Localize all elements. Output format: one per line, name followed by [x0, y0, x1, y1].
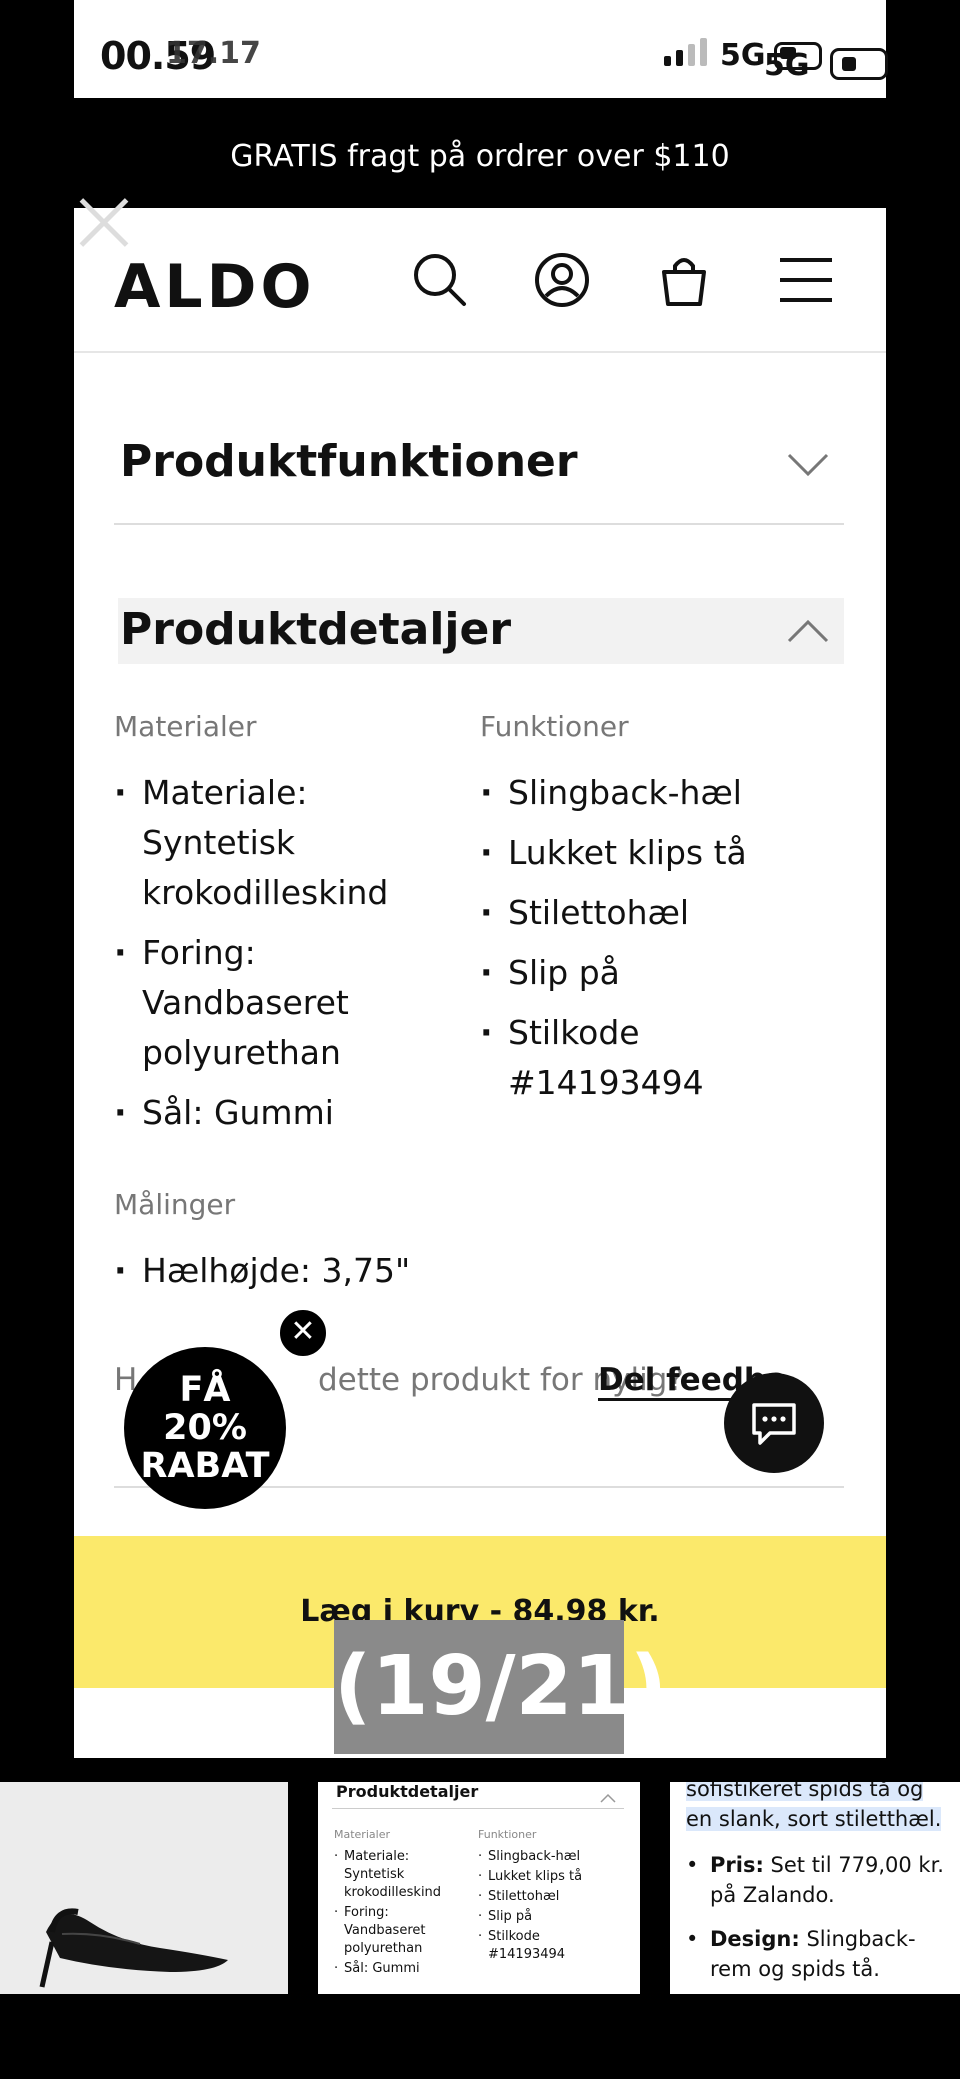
thumb-functions-list: Slingback-hæl Lukket klips tå Stilettohæ…	[478, 1848, 618, 1966]
measurements-list: Hælhøjde: 3,75"	[114, 1246, 514, 1306]
thumb-functions-heading: Funktioner	[478, 1828, 537, 1841]
product-panel: ALDO Produktfunktioner Produktdetaljer M…	[74, 208, 886, 1758]
battery-icon	[774, 42, 822, 70]
measurements-heading: Målinger	[114, 1188, 236, 1221]
chevron-down-icon	[786, 452, 830, 482]
accordion-title: Produktdetaljer	[120, 604, 512, 655]
list-item: Lukket klips tå	[478, 1868, 618, 1886]
accordion-produktfunktioner[interactable]: Produktfunktioner	[114, 428, 844, 525]
aldo-logo[interactable]: ALDO	[114, 252, 315, 322]
list-item: Stilettohæl	[478, 1888, 618, 1906]
account-icon[interactable]	[532, 250, 592, 310]
bag-icon[interactable]	[654, 250, 714, 310]
list-item: Materiale: Syntetisk krokodilleskind	[114, 768, 414, 918]
discount-line: RABAT	[140, 1446, 270, 1486]
chat-button[interactable]	[724, 1373, 824, 1473]
network-label: 5G	[720, 38, 766, 73]
close-icon[interactable]	[78, 196, 134, 252]
accordion-title: Produktfunktioner	[120, 436, 578, 487]
list-item: Foring: Vandbaseret polyurethan	[114, 928, 414, 1078]
discount-line: 20%	[163, 1408, 247, 1448]
thumbnail-shoe[interactable]	[0, 1782, 288, 1994]
list-item: Slip på	[478, 1908, 618, 1926]
promo-banner: GRATIS fragt på ordrer over $110	[74, 98, 886, 208]
materials-list: Materiale: Syntetisk krokodilleskind For…	[114, 768, 414, 1148]
functions-list: Slingback-hæl Lukket klips tå Stilettohæ…	[480, 768, 810, 1118]
thumb-materials-list: Materiale: Syntetisk krokodilleskind For…	[334, 1848, 454, 1980]
shoe-image	[39, 1908, 228, 1988]
list-item: Stilkode #14193494	[478, 1928, 618, 1964]
list-item: Sål: Gummi	[334, 1960, 454, 1978]
list-item: Slingback-hæl	[480, 768, 810, 818]
highlighted-text: sofistikeret spids tå og en slank, sort …	[686, 1782, 942, 1831]
thumbnail-details[interactable]: Produktdetaljer Materialer Funktioner Ma…	[318, 1782, 640, 1994]
list-item: Stilkode #14193494	[480, 1008, 810, 1108]
materials-heading: Materialer	[114, 710, 257, 743]
status-time-overlay: 17.17	[166, 36, 261, 71]
thumbnail-text[interactable]: sofistikeret spids tå og en slank, sort …	[670, 1782, 960, 1994]
list-item: Slip på	[480, 948, 810, 998]
thumb-text-top: sofistikeret spids tå og en slank, sort …	[686, 1782, 956, 1834]
list-item: Foring: Vandbaseret polyurethan	[334, 1904, 454, 1958]
divider	[332, 1808, 624, 1809]
list-item: Lukket klips tå	[480, 828, 810, 878]
list-item: Materiale: Syntetisk krokodilleskind	[334, 1848, 454, 1902]
image-counter: (19/21)	[334, 1620, 667, 1754]
search-icon[interactable]	[410, 250, 470, 310]
list-item: Design: Slingback-rem og spids tå.	[686, 1924, 956, 1984]
functions-heading: Funktioner	[480, 710, 629, 743]
menu-icon[interactable]	[776, 250, 836, 310]
discount-line: FÅ	[179, 1370, 231, 1410]
discount-close-icon[interactable]: ✕	[278, 1308, 328, 1358]
discount-badge[interactable]: FÅ 20% RABAT	[124, 1347, 286, 1509]
chevron-up-icon	[600, 1788, 616, 1807]
design-label: Design:	[710, 1927, 800, 1951]
thumb-bullets: Pris: Set til 779,00 kr. på Zalando. Des…	[686, 1850, 956, 1994]
battery-icon-overlay	[830, 48, 888, 80]
list-item: Pris: Set til 779,00 kr. på Zalando.	[686, 1850, 956, 1910]
chevron-up-icon	[786, 618, 830, 648]
accordion-produktdetaljer[interactable]: Produktdetaljer	[118, 598, 844, 664]
list-item: Sål: Gummi	[114, 1088, 414, 1138]
thumb-materials-heading: Materialer	[334, 1828, 390, 1841]
status-bar: 00.59 17.17 5G 5G	[74, 0, 888, 98]
list-item: Slingback-hæl	[478, 1848, 618, 1866]
signal-icon	[664, 38, 707, 66]
site-header: ALDO	[74, 208, 886, 353]
list-item: Stilettohæl	[480, 888, 810, 938]
list-item: Hælhøjde: 3,75"	[114, 1246, 514, 1296]
thumb-details-title: Produktdetaljer	[336, 1782, 479, 1801]
chat-icon	[752, 1403, 796, 1445]
price-label: Pris:	[710, 1853, 764, 1877]
